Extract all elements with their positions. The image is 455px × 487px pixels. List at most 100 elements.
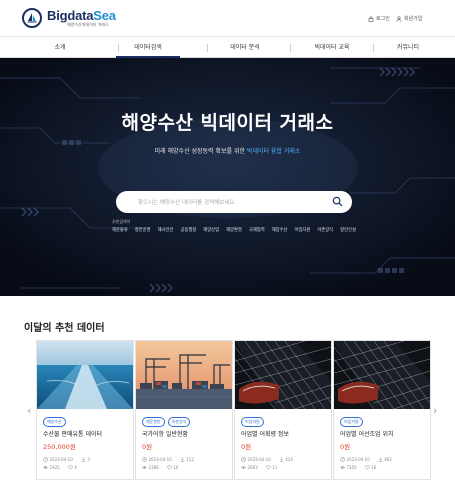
lock-icon	[368, 16, 374, 22]
keyword-link[interactable]: 어업자원	[295, 227, 311, 233]
brand-name-main: Bigdata	[47, 8, 94, 23]
card-image-sea-wake	[37, 341, 133, 409]
nav-item-data-analysis[interactable]: 데이터 분석	[210, 37, 280, 58]
download-icon	[279, 457, 284, 462]
keyword-link[interactable]: 항만운영	[135, 227, 151, 233]
signup-link[interactable]: 회원가입	[396, 15, 422, 22]
clock-icon	[142, 457, 147, 462]
card-likes: 4	[67, 465, 77, 470]
card-image-fishing-net	[334, 341, 430, 409]
card-likes: 16	[364, 465, 376, 470]
keyword-link[interactable]: 공동행정	[180, 227, 196, 233]
keyword-link[interactable]: 해운물류	[112, 227, 128, 233]
hero-banner: 해양수산 빅데이터 거래소 미래 해양수산 성장동력 확보를 위한 빅데이터 융…	[0, 58, 455, 296]
nav-item-bigdata-edu[interactable]: 빅데이터 교육	[296, 37, 368, 58]
nav-item-community[interactable]: 커뮤니티	[378, 37, 438, 58]
card-date: 2023-04-10	[340, 457, 370, 462]
card-price: 0원	[142, 443, 153, 451]
card-tag[interactable]: 해양수산	[43, 417, 66, 427]
hero-subtitle-highlight: 빅데이터 융합 거래소	[246, 148, 301, 155]
brand-tagline: 해양수산빅데이터 거래소	[67, 22, 109, 27]
login-link[interactable]: 로그인	[368, 15, 390, 22]
card-downloads: 3	[81, 457, 90, 462]
heart-icon	[67, 465, 73, 470]
card-views: 1925	[43, 465, 60, 470]
data-card[interactable]: 어업자원 어업별 어획량 정보 0원 2023-04-10 414 2663 1…	[234, 340, 332, 480]
card-price: 0원	[340, 443, 351, 451]
card-tag[interactable]: 해운항만	[142, 417, 165, 427]
site-logo[interactable]: BigdataSea 해양수산빅데이터 거래소	[22, 8, 116, 28]
nav-item-data-search[interactable]: 데이터검색	[116, 37, 180, 58]
login-label: 로그인	[376, 16, 390, 22]
eye-icon	[340, 466, 345, 469]
keyword-link[interactable]: 항만건설	[340, 227, 356, 233]
search-input[interactable]: 찾으시는 해양수산 데이터를 검색해보세요.	[138, 198, 236, 206]
card-tags: 어업자원	[241, 417, 264, 427]
card-tags: 해운항만 어촌양식	[142, 417, 191, 427]
logo-sailboat-icon	[22, 8, 42, 28]
card-meta-row: 2663 11	[241, 465, 277, 470]
card-downloads: 414	[279, 457, 293, 462]
card-title[interactable]: 수산물 판매유통 데이터	[43, 429, 102, 438]
download-icon	[81, 457, 86, 462]
card-tags: 어업자원	[340, 417, 363, 427]
eye-icon	[43, 466, 48, 469]
card-views: 2663	[241, 465, 258, 470]
next-arrow-icon[interactable]: ›	[433, 404, 437, 417]
card-title[interactable]: 어업별 어선조업 위치	[340, 429, 394, 438]
data-card[interactable]: 어업자원 어업별 어선조업 위치 0원 2023-04-10 482 7355 …	[333, 340, 431, 480]
heart-icon	[166, 465, 172, 470]
hero-subtitle: 미래 해양수산 성장동력 확보를 위한 빅데이터 융합 거래소	[0, 146, 455, 155]
hero-title: 해양수산 빅데이터 거래소	[121, 112, 334, 134]
clock-icon	[43, 457, 48, 462]
card-title[interactable]: 어업별 어획량 정보	[241, 429, 289, 438]
keyword-link[interactable]: 해양환경	[226, 227, 242, 233]
main-nav: 소개 데이터검색 데이터 분석 빅데이터 교육 커뮤니티	[0, 36, 455, 58]
download-icon	[180, 457, 185, 462]
card-likes: 10	[166, 465, 178, 470]
card-tag[interactable]: 어업자원	[340, 417, 363, 427]
card-tag[interactable]: 어촌양식	[167, 417, 191, 427]
card-downloads: 482	[378, 457, 392, 462]
card-meta-row: 2023-04-10 414	[241, 457, 293, 462]
card-meta-row: 2366 10	[142, 465, 178, 470]
keyword-link[interactable]: 해양산업	[203, 227, 219, 233]
card-price: 0원	[241, 443, 252, 451]
card-meta-row: 2023-04-10 3	[43, 457, 90, 462]
nav-divider	[207, 44, 208, 52]
card-views: 2366	[142, 465, 159, 470]
search-bar[interactable]: 찾으시는 해양수산 데이터를 검색해보세요.	[116, 191, 352, 213]
keyword-link[interactable]: 해사안전	[158, 227, 174, 233]
heart-icon	[265, 465, 271, 470]
keyword-label: 추천검색어	[112, 219, 131, 224]
card-date: 2023-04-10	[43, 457, 73, 462]
eye-icon	[142, 466, 147, 469]
card-date: 2023-04-10	[241, 457, 271, 462]
card-tags: 해양수산	[43, 417, 66, 427]
keyword-link[interactable]: 국제협력	[249, 227, 265, 233]
site-header: BigdataSea 해양수산빅데이터 거래소 로그인 회원가입	[0, 0, 455, 36]
user-icon	[396, 15, 402, 22]
nav-divider	[290, 44, 291, 52]
keyword-list: 해운물류 항만운영 해사안전 공동행정 해양산업 해양환경 국제협력 해양수산 …	[112, 227, 372, 233]
hero-subtitle-text: 미래 해양수산 성장동력 확보를 위한	[154, 148, 245, 155]
download-icon	[378, 457, 383, 462]
eye-icon	[241, 466, 246, 469]
card-date: 2023-04-10	[142, 457, 172, 462]
card-image-fishing-net	[235, 341, 331, 409]
nav-item-intro[interactable]: 소개	[30, 37, 90, 58]
search-icon[interactable]	[332, 196, 343, 207]
card-title[interactable]: 국가어항 일반현황	[142, 429, 188, 438]
card-views: 7355	[340, 465, 357, 470]
keyword-link[interactable]: 해양수산	[272, 227, 288, 233]
prev-arrow-icon[interactable]: ‹	[27, 404, 31, 417]
heart-icon	[364, 465, 370, 470]
card-image-port-cranes	[136, 341, 232, 409]
data-card[interactable]: 해운항만 어촌양식 국가어항 일반현황 0원 2023-04-10 112 23…	[135, 340, 233, 480]
clock-icon	[340, 457, 345, 462]
keyword-link[interactable]: 어촌양식	[317, 227, 333, 233]
card-tag[interactable]: 어업자원	[241, 417, 264, 427]
card-likes: 11	[265, 465, 277, 470]
data-card[interactable]: 해양수산 수산물 판매유통 데이터 250,000원 2023-04-10 3 …	[36, 340, 134, 480]
signup-label: 회원가입	[404, 16, 423, 22]
